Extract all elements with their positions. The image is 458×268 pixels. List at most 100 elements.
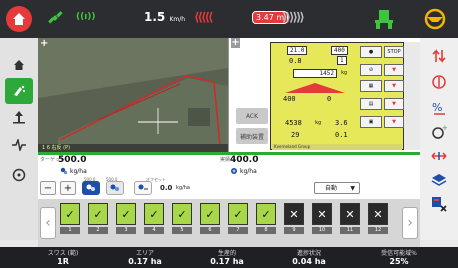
preset-b-button[interactable] <box>106 181 124 195</box>
section-5[interactable]: ✓ 5 <box>172 203 192 234</box>
sidebar-close-task[interactable] <box>426 192 452 216</box>
layers-icon <box>431 174 447 186</box>
section-6[interactable]: ✓ 6 <box>200 203 220 234</box>
check-icon: ✓ <box>172 203 192 225</box>
spreading-icon <box>14 85 25 96</box>
auxiliary-button[interactable]: 補助装置 <box>236 128 268 144</box>
mode-select[interactable]: 自動 ▼ <box>314 182 360 194</box>
section-4[interactable]: ✓ 4 <box>144 203 164 234</box>
field-map[interactable]: + 1 6 右反 (P) <box>38 38 228 152</box>
terminal-side-keys <box>404 42 420 150</box>
check-icon: ✓ <box>88 203 108 225</box>
offset-button[interactable] <box>134 181 152 195</box>
task-close-icon <box>432 197 447 212</box>
ack-button[interactable]: ACK <box>236 108 268 124</box>
isobus-terminal: 21.0 400 0.8 1 1452 kg 400 0 4538 kg 3.6… <box>270 42 404 150</box>
sidebar-settings[interactable] <box>5 162 33 188</box>
section-9[interactable]: ✕ 9 <box>284 203 304 234</box>
softkey-1[interactable]: ● <box>360 46 382 58</box>
svg-text:+: + <box>442 124 447 132</box>
rate-up-icon: + <box>432 124 447 139</box>
sidebar-boundary[interactable] <box>426 70 452 94</box>
satellite-icon <box>48 11 63 24</box>
section-control: ‹ ✓ 1 ✓ 2 ✓ 3 ✓ 4 ✓ 5 ✓ 6 ✓ 7 ✓ 8 ✕ 9 ✕ 10 ✕ 11 ✕ 12 › <box>38 199 420 247</box>
section-number: 2 <box>88 227 108 234</box>
section-1[interactable]: ✓ 1 <box>60 203 80 234</box>
check-icon: ✓ <box>144 203 164 225</box>
softkey-9[interactable]: ▼ <box>384 116 404 128</box>
section-number: 4 <box>144 227 164 234</box>
width-a-box: 21.0 <box>287 46 308 55</box>
rates-panel: ターゲット 500.0 kg/ha 実績 400.0 kg/ha <box>38 155 420 177</box>
softkey-8[interactable]: ▼ <box>384 98 404 110</box>
section-10[interactable]: ✕ 10 <box>312 203 332 234</box>
offset-icon <box>138 184 148 190</box>
section-number: 1 <box>60 227 80 234</box>
sidebar-work-mode[interactable] <box>5 78 33 104</box>
actual-rate-unit: kg/ha <box>240 168 257 175</box>
spread-fan-icon <box>285 83 345 93</box>
softkey-6[interactable]: ▼ <box>384 64 404 76</box>
tractor-icon[interactable] <box>373 8 395 30</box>
home-button[interactable] <box>6 6 32 32</box>
panel-zoom-icon[interactable]: + <box>231 38 240 48</box>
sidebar-swap-direction[interactable] <box>426 44 452 68</box>
softkey-7[interactable]: ▼ <box>384 80 404 92</box>
stop-button[interactable]: STOP <box>384 46 404 58</box>
lightbar-left: ⟨⟨⟨⟨⟨ <box>194 10 213 24</box>
section-12[interactable]: ✕ 12 <box>368 203 388 234</box>
guidance-icon <box>13 111 25 124</box>
section-8[interactable]: ✓ 8 <box>256 203 276 234</box>
rate-increase-button[interactable]: + <box>60 181 76 195</box>
stat-3: 進捗状況 0.04 ha <box>274 248 344 266</box>
preset-a-button[interactable] <box>82 181 100 195</box>
fertilizer-icon <box>60 167 68 175</box>
sidebar-percentage[interactable]: % <box>426 96 452 120</box>
stat-value: 0.17 ha <box>128 257 162 266</box>
svg-text:%: % <box>432 101 442 114</box>
stat-label: 受信可能域% <box>381 250 417 257</box>
section-number: 10 <box>312 227 332 234</box>
sidebar-home[interactable] <box>5 52 33 78</box>
check-icon: ✓ <box>228 203 248 225</box>
stat-label: 進捗状況 <box>296 250 321 257</box>
softkey-4[interactable]: ▤ <box>360 98 382 110</box>
section-7[interactable]: ✓ 7 <box>228 203 248 234</box>
sections-prev-button[interactable]: ‹ <box>40 207 56 239</box>
map-canvas <box>38 38 228 152</box>
sidebar-gauge-up[interactable]: + <box>426 120 452 144</box>
softkey-2[interactable]: ⊘ <box>360 64 382 76</box>
section-3[interactable]: ✓ 3 <box>116 203 136 234</box>
home-icon <box>13 13 25 25</box>
stat-4: 受信可能域% 25% <box>364 248 434 266</box>
sidebar-diagnostics[interactable] <box>5 132 33 158</box>
area-right: 0.1 <box>335 131 348 139</box>
stat-value: 25% <box>389 257 409 266</box>
softkey-5[interactable]: ▣ <box>360 116 382 128</box>
time-value: 3.6 <box>335 119 348 127</box>
section-number: 12 <box>368 227 388 234</box>
percent-icon: % <box>432 101 445 115</box>
stat-1: エリア 0.17 ha <box>110 248 180 266</box>
offset-value: 0.0 <box>160 184 173 192</box>
section-2[interactable]: ✓ 2 <box>88 203 108 234</box>
terminal-softkeys: ● ⊘ ▦ ▤ ▣ STOP ▼ ▼ ▼ ▼ <box>360 46 404 146</box>
actual-rate-icon <box>231 168 237 174</box>
map-zoom-in-icon[interactable]: + <box>40 38 48 49</box>
rate-decrease-button[interactable]: − <box>40 181 56 195</box>
sidebar-guidance[interactable] <box>5 104 33 130</box>
cross-icon: ✕ <box>368 203 388 225</box>
pulse-icon <box>12 139 26 151</box>
softkey-3[interactable]: ▦ <box>360 80 382 92</box>
left-sidebar <box>0 38 38 240</box>
actual-rate-value: 400.0 <box>230 155 259 165</box>
sidebar-layers[interactable] <box>426 168 452 192</box>
sidebar-width-adjust[interactable] <box>426 144 452 168</box>
stat-value: 1R <box>57 257 69 266</box>
summary-bar: スワス (範) 1R エリア 0.17 ha 生産的 0.17 ha 進捗状況 0.04 ha… <box>0 247 458 268</box>
stat-value: 0.17 ha <box>210 257 244 266</box>
speed-readout: 1.5 Km/h <box>144 10 185 24</box>
steering-wheel-icon[interactable] <box>424 8 446 30</box>
sections-next-button[interactable]: › <box>402 207 418 239</box>
section-11[interactable]: ✕ 11 <box>340 203 360 234</box>
